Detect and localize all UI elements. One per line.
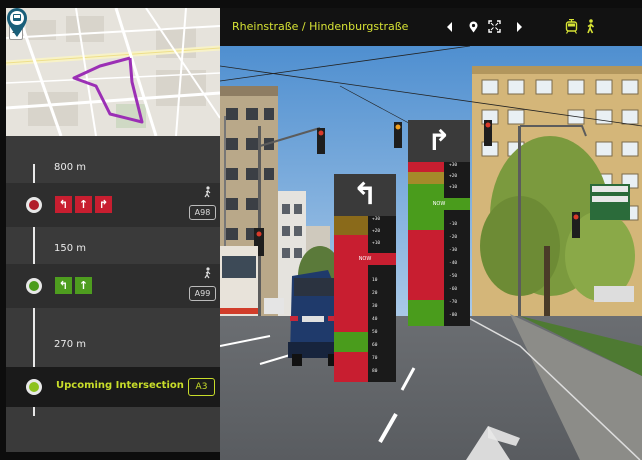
tick-label: +30 [449, 163, 458, 168]
phase-segment [334, 352, 368, 382]
tick-label: +20 [372, 229, 381, 234]
straight-arrow-icon: ↑ [75, 277, 92, 294]
timeline-node-green [26, 278, 42, 294]
pedestrian-icon [204, 267, 211, 279]
phase-segment [408, 162, 444, 172]
signal-head: ↰ [334, 174, 396, 216]
map-graphic [6, 8, 220, 136]
tick-label: 20 [372, 291, 378, 296]
phase-segment [408, 172, 444, 184]
tick-label: 80 [372, 369, 378, 374]
fullscreen-icon[interactable] [488, 20, 501, 33]
camera-view: ↰ NOW +30 +20 +10 10 20 30 40 50 60 70 8… [220, 46, 642, 460]
tick-label: -10 [449, 222, 458, 227]
timeline-row-a99[interactable]: ↰ ↑ A99 [6, 264, 220, 308]
tick-label: -30 [449, 248, 458, 253]
lane-arrows: ↰ ↑ [55, 277, 92, 294]
lane-arrows: ↰ ↑ ↱ [55, 196, 112, 213]
location-pin-icon[interactable] [469, 21, 478, 33]
phase-segment [408, 184, 444, 198]
phase-segment [334, 216, 368, 235]
signal-head: ↱ [408, 120, 470, 162]
tick-label: 30 [372, 304, 378, 309]
bus-pin-icon[interactable] [6, 8, 28, 38]
tick-label: 70 [372, 356, 378, 361]
chevron-right-icon[interactable] [515, 22, 523, 32]
right-arrow-icon: ↱ [95, 196, 112, 213]
street-name: Rheinstraße / Hindenburgstraße [232, 20, 409, 33]
distance-label: 800 m [54, 162, 87, 173]
tick-label: -80 [449, 313, 458, 318]
tick-label: 50 [372, 330, 378, 335]
timeline-row-a98[interactable]: ↰ ↑ ↱ A98 [6, 183, 220, 227]
left-turn-arrow-icon: ↰ [352, 177, 378, 212]
route-map[interactable]: + − [6, 8, 220, 136]
straight-arrow-icon: ↑ [75, 196, 92, 213]
tick-label: -70 [449, 300, 458, 305]
left-arrow-icon: ↰ [55, 196, 72, 213]
now-label: NOW [432, 201, 446, 207]
intersection-timeline: 800 m ↰ ↑ ↱ A98 150 m ↰ ↑ A99 270 m Upco… [6, 136, 220, 452]
tick-label: -40 [449, 261, 458, 266]
phase-segment [408, 230, 444, 300]
tram-icon[interactable] [565, 19, 578, 34]
tick-label: -20 [449, 235, 458, 240]
signal-phase-bar: NOW +30 +20 +10 -10 -20 -30 -40 -50 -60 … [408, 162, 470, 326]
phase-segment [334, 265, 368, 332]
phase-segment [334, 332, 368, 352]
intersection-badge: A98 [189, 205, 216, 220]
pedestrian-icon[interactable] [585, 19, 596, 34]
upcoming-intersection-label: Upcoming Intersection [56, 380, 184, 391]
phase-segment [334, 235, 368, 253]
intersection-badge: A3 [188, 378, 215, 396]
tick-label: -60 [449, 287, 458, 292]
timeline-node-current [26, 379, 42, 395]
left-arrow-icon: ↰ [55, 277, 72, 294]
top-bar: Rheinstraße / Hindenburgstraße [220, 8, 642, 46]
left-panel: + − 800 m ↰ ↑ ↱ A98 150 m [6, 8, 220, 452]
tick-label: +20 [449, 174, 458, 179]
pedestrian-icon [204, 186, 211, 198]
tick-label: 10 [372, 278, 378, 283]
chevron-left-icon[interactable] [446, 22, 454, 32]
tick-label: -50 [449, 274, 458, 279]
distance-label: 150 m [54, 243, 87, 254]
straight-right-arrow-icon: ↱ [427, 124, 451, 157]
phase-segment [408, 300, 444, 326]
distance-label: 270 m [54, 339, 87, 350]
upcoming-intersection-row[interactable]: Upcoming Intersection A3 [6, 367, 220, 407]
tick-label: 60 [372, 343, 378, 348]
now-label: NOW [358, 256, 372, 262]
timeline-node-red [26, 197, 42, 213]
intersection-badge: A99 [189, 286, 216, 301]
signal-phase-bar: NOW +30 +20 +10 10 20 30 40 50 60 70 80 [334, 216, 396, 382]
phase-segment [408, 210, 444, 230]
tick-label: +10 [449, 185, 458, 190]
tick-label: +10 [372, 241, 381, 246]
tick-label: 40 [372, 317, 378, 322]
tick-label: +30 [372, 217, 381, 222]
